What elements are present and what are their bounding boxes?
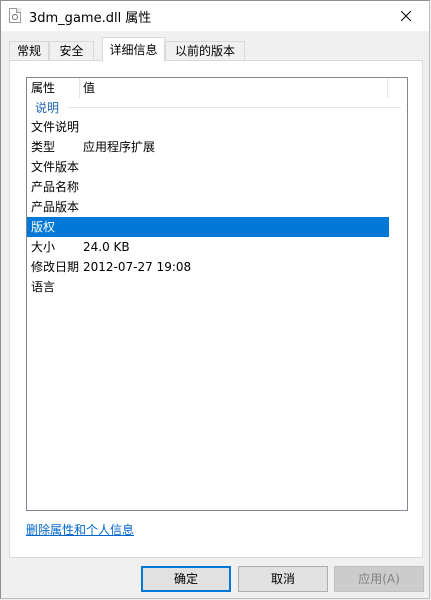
property-name: 产品版本 bbox=[31, 200, 80, 214]
dll-file-icon bbox=[9, 8, 21, 23]
remove-properties-link[interactable]: 删除属性和个人信息 bbox=[26, 521, 134, 538]
list-item[interactable]: 修改日期 2012-07-27 19:08 bbox=[27, 257, 389, 277]
details-list[interactable]: 属性 值 说明 文件说明 类型 应用程序扩展 文件版本 产品名称 产品版本 版权… bbox=[26, 77, 408, 511]
title-bar: 3dm_game.dll 属性 bbox=[1, 1, 429, 31]
list-item[interactable]: 产品版本 bbox=[27, 197, 389, 217]
tab-security[interactable]: 安全 bbox=[49, 41, 94, 61]
close-icon bbox=[401, 11, 411, 21]
column-divider[interactable] bbox=[387, 78, 388, 98]
list-item[interactable]: 大小 24.0 KB bbox=[27, 237, 389, 257]
property-name: 产品名称 bbox=[31, 180, 80, 194]
details-panel: 属性 值 说明 文件说明 类型 应用程序扩展 文件版本 产品名称 产品版本 版权… bbox=[9, 60, 423, 558]
tab-strip: 常规 安全 详细信息 以前的版本 bbox=[9, 37, 423, 62]
column-property[interactable]: 属性 bbox=[27, 78, 79, 98]
close-button[interactable] bbox=[383, 1, 429, 31]
ok-button[interactable]: 确定 bbox=[141, 566, 231, 592]
property-name: 大小 bbox=[31, 240, 56, 254]
list-item[interactable]: 类型 应用程序扩展 bbox=[27, 137, 389, 157]
list-item[interactable]: 语言 bbox=[27, 277, 389, 297]
property-value: 24.0 KB bbox=[83, 240, 130, 254]
tab-details[interactable]: 详细信息 bbox=[102, 37, 165, 62]
property-name: 版权 bbox=[31, 220, 56, 234]
apply-button[interactable]: 应用(A) bbox=[334, 566, 424, 592]
column-header: 属性 值 bbox=[27, 78, 407, 98]
tab-previous-versions[interactable]: 以前的版本 bbox=[165, 41, 245, 61]
property-name: 文件版本 bbox=[31, 160, 80, 174]
property-name: 类型 bbox=[31, 140, 56, 154]
list-item-selected[interactable]: 版权 bbox=[27, 217, 389, 237]
list-item[interactable]: 文件版本 bbox=[27, 157, 389, 177]
column-value[interactable]: 值 bbox=[79, 78, 383, 98]
list-item[interactable]: 产品名称 bbox=[27, 177, 389, 197]
property-value: 应用程序扩展 bbox=[83, 140, 156, 154]
group-header: 说明 bbox=[27, 98, 407, 116]
property-name: 语言 bbox=[31, 280, 56, 294]
property-name: 文件说明 bbox=[31, 120, 80, 134]
group-label: 说明 bbox=[35, 101, 60, 115]
list-item[interactable]: 文件说明 bbox=[27, 117, 389, 137]
window-title: 3dm_game.dll 属性 bbox=[29, 11, 152, 26]
properties-dialog: 3dm_game.dll 属性 常规 安全 详细信息 以前的版本 属性 值 说明 bbox=[0, 0, 430, 599]
property-name: 修改日期 bbox=[31, 260, 80, 274]
group-divider bbox=[67, 107, 401, 108]
cancel-button[interactable]: 取消 bbox=[238, 566, 328, 592]
tab-general[interactable]: 常规 bbox=[9, 41, 49, 61]
property-value: 2012-07-27 19:08 bbox=[83, 260, 192, 274]
